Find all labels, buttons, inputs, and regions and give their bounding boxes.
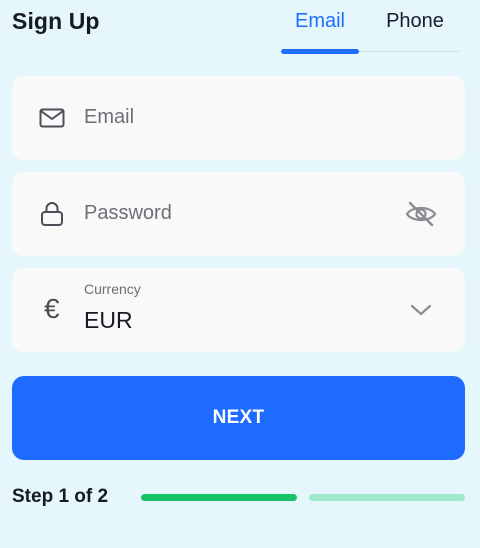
signup-method-tabs: Email Phone bbox=[281, 0, 459, 54]
step-progress bbox=[141, 494, 465, 501]
step-1-segment bbox=[141, 494, 297, 501]
eye-off-icon[interactable] bbox=[403, 198, 439, 230]
mail-icon bbox=[38, 104, 66, 132]
euro-icon: € bbox=[44, 293, 60, 324]
lock-icon bbox=[38, 200, 66, 228]
step-indicator-label: Step 1 of 2 bbox=[12, 486, 109, 507]
password-field[interactable]: Password bbox=[12, 172, 465, 256]
email-placeholder: Email bbox=[84, 106, 135, 128]
currency-value: EUR bbox=[84, 307, 133, 333]
next-button[interactable]: NEXT bbox=[12, 376, 465, 460]
tab-email[interactable]: Email bbox=[281, 10, 359, 54]
step-2-segment bbox=[309, 494, 465, 501]
tab-phone-label: Phone bbox=[386, 10, 444, 32]
currency-select[interactable]: € Currency EUR bbox=[12, 268, 465, 352]
chevron-down-icon[interactable] bbox=[409, 298, 433, 322]
active-tab-indicator bbox=[281, 49, 359, 54]
tab-email-label: Email bbox=[294, 10, 345, 32]
currency-label: Currency bbox=[84, 281, 141, 297]
signup-screen: Sign Up Email Phone Email Password € Cur… bbox=[0, 0, 480, 548]
password-placeholder: Password bbox=[84, 202, 172, 224]
email-field[interactable]: Email bbox=[12, 76, 465, 160]
tab-phone[interactable]: Phone bbox=[371, 10, 459, 52]
page-title: Sign Up bbox=[12, 8, 100, 34]
